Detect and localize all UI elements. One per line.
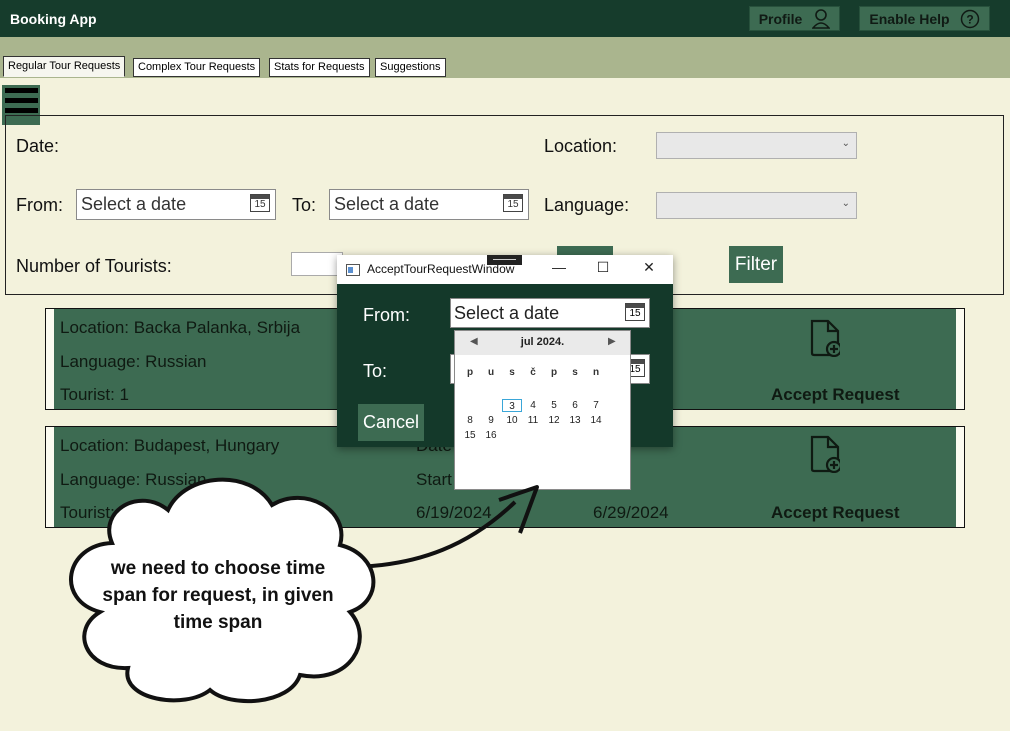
location-select[interactable]: ⌄ xyxy=(656,132,857,159)
request-location: Location: Budapest, Hungary xyxy=(60,436,280,455)
calendar-weekday: s xyxy=(509,367,515,378)
calendar-day[interactable]: 13 xyxy=(565,414,585,427)
calendar-weekday: s xyxy=(572,367,578,378)
calendar-day[interactable]: 11 xyxy=(523,414,543,427)
request-tourist: Tourist: 1 xyxy=(60,385,129,404)
request-location: Location: Backa Palanka, Srbija xyxy=(60,318,301,337)
location-label: Location: xyxy=(544,136,618,156)
calendar-icon[interactable]: 15 xyxy=(250,194,270,212)
tab-suggestions[interactable]: Suggestions xyxy=(375,58,446,77)
accept-request-button[interactable]: Accept Request xyxy=(771,385,899,405)
next-month-icon[interactable]: ▶ xyxy=(608,336,616,347)
calendar-day[interactable]: 9 xyxy=(481,414,501,427)
calendar-icon[interactable]: 15 xyxy=(625,303,645,321)
calendar-weekday: p xyxy=(466,367,474,378)
calendar-day[interactable]: 5 xyxy=(544,399,564,412)
profile-label: Profile xyxy=(758,10,803,27)
to-date-placeholder: Select a date xyxy=(334,194,440,214)
user-icon xyxy=(812,8,831,29)
from-date-placeholder: Select a date xyxy=(81,194,187,214)
calendar-header: ◀ jul 2024. ▶ xyxy=(455,331,630,355)
calendar-weekday: n xyxy=(592,367,600,378)
dialog-titlebar: AcceptTourRequestWindow — ☐ ✕ xyxy=(337,255,673,284)
add-document-icon[interactable] xyxy=(810,319,840,357)
dialog-from-label: From: xyxy=(363,305,410,325)
filter-button[interactable]: Filter xyxy=(729,246,783,283)
from-label: From: xyxy=(16,195,63,215)
annotation-arrow xyxy=(354,500,517,569)
window-icon xyxy=(346,264,360,276)
tab-regular-tour-requests[interactable]: Regular Tour Requests xyxy=(3,56,126,77)
tourists-input[interactable] xyxy=(291,252,343,276)
calendar-day[interactable]: 12 xyxy=(544,414,564,427)
chevron-down-icon: ⌄ xyxy=(841,138,850,149)
drag-handle[interactable] xyxy=(487,255,522,265)
enable-help-button[interactable]: Enable Help ? xyxy=(859,6,990,31)
calendar-day[interactable]: 4 xyxy=(523,399,543,412)
from-date-input[interactable]: Select a date 15 xyxy=(76,189,276,220)
calendar-day[interactable]: 10 xyxy=(502,414,522,427)
tourists-label: Number of Tourists: xyxy=(16,256,172,276)
profile-button[interactable]: Profile xyxy=(749,6,840,31)
calendar-day[interactable]: 3 xyxy=(502,399,522,412)
calendar-day[interactable]: 15 xyxy=(460,429,480,442)
request-date-to: 6/29/2024 xyxy=(593,503,669,522)
calendar-day[interactable]: 6 xyxy=(565,399,585,412)
calendar-day[interactable]: 16 xyxy=(481,429,501,442)
to-date-input[interactable]: Select a date 15 xyxy=(329,189,529,220)
dialog-to-label: To: xyxy=(363,361,388,381)
app-title: Booking App xyxy=(10,11,97,27)
add-document-icon[interactable] xyxy=(810,435,840,473)
tab-complex-tour-requests[interactable]: Complex Tour Requests xyxy=(133,58,261,77)
dialog-from-date-input[interactable]: Select a date xyxy=(450,298,650,328)
calendar-icon[interactable]: 15 xyxy=(503,194,523,212)
calendar-weekday: p xyxy=(550,367,558,378)
close-icon[interactable]: ✕ xyxy=(638,259,660,276)
request-language: Language: Russian xyxy=(60,352,207,371)
language-label: Language: xyxy=(544,195,630,215)
minimize-icon[interactable]: — xyxy=(548,259,570,275)
svg-text:?: ? xyxy=(966,12,973,26)
calendar-weekday: č xyxy=(530,367,536,378)
cancel-button[interactable]: Cancel xyxy=(358,404,424,441)
tab-stats-for-requests[interactable]: Stats for Requests xyxy=(269,58,370,77)
maximize-icon[interactable]: ☐ xyxy=(592,259,614,276)
calendar-day[interactable]: 8 xyxy=(460,414,480,427)
calendar-month: jul 2024. xyxy=(520,336,565,348)
date-label: Date: xyxy=(16,136,60,156)
accept-request-button[interactable]: Accept Request xyxy=(771,503,899,523)
calendar-day[interactable]: 14 xyxy=(586,414,606,427)
help-label: Enable Help xyxy=(869,10,950,27)
to-label: To: xyxy=(292,195,317,215)
language-select[interactable]: ⌄ xyxy=(656,192,857,219)
dialog-from-placeholder: Select a date xyxy=(454,303,560,323)
annotation-text: we need to choose time span for request,… xyxy=(102,558,334,633)
calendar-weekday: u xyxy=(487,367,495,378)
question-icon: ? xyxy=(960,9,979,28)
chevron-down-icon: ⌄ xyxy=(841,198,850,209)
calendar-day[interactable]: 7 xyxy=(586,399,606,412)
